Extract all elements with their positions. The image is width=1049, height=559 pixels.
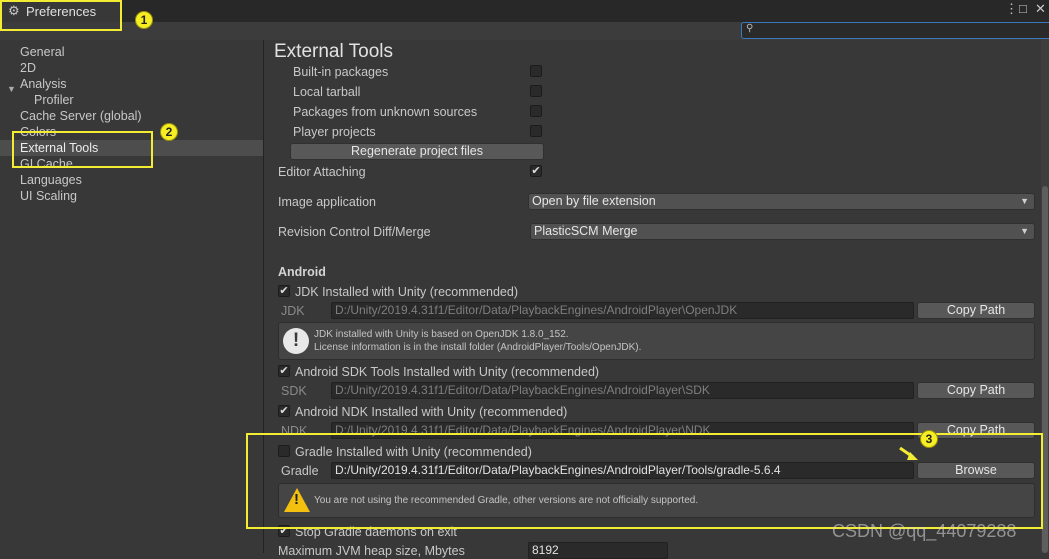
highlight-box-2 bbox=[12, 131, 153, 168]
sdk-field-label: SDK bbox=[281, 384, 307, 398]
revision-control-value: PlasticSCM Merge bbox=[534, 224, 638, 238]
sdk-checkbox-label: Android SDK Tools Installed with Unity (… bbox=[295, 365, 600, 379]
sdk-checkbox[interactable]: ✔ bbox=[278, 365, 290, 377]
jdk-info-box bbox=[278, 322, 1035, 360]
annotation-badge-1: 1 bbox=[135, 11, 153, 29]
highlight-box-1 bbox=[0, 0, 122, 31]
sidebar-item-cache-server[interactable]: Cache Server (global) bbox=[20, 108, 142, 124]
info-icon: ! bbox=[283, 328, 309, 354]
jdk-path-field: D:/Unity/2019.4.31f1/Editor/Data/Playbac… bbox=[331, 302, 914, 319]
chevron-down-icon: ▼ bbox=[1020, 226, 1029, 236]
maximize-icon[interactable]: □ bbox=[1019, 2, 1027, 16]
sidebar-item-profiler[interactable]: Profiler bbox=[34, 92, 74, 108]
sidebar-item-2d[interactable]: 2D bbox=[20, 60, 36, 76]
image-application-value: Open by file extension bbox=[532, 194, 656, 208]
jdk-field-label: JDK bbox=[281, 304, 305, 318]
jdk-info-line-1: JDK installed with Unity is based on Ope… bbox=[314, 329, 569, 340]
regenerate-project-files-button[interactable]: Regenerate project files bbox=[290, 143, 544, 160]
sidebar-item-languages[interactable]: Languages bbox=[20, 172, 82, 188]
ndk-checkbox[interactable]: ✔ bbox=[278, 405, 290, 417]
android-section-header: Android bbox=[278, 265, 326, 279]
option-player-projects-checkbox[interactable] bbox=[530, 125, 542, 137]
page-title: External Tools bbox=[274, 41, 393, 62]
option-builtin-packages-label: Built-in packages bbox=[293, 65, 389, 79]
editor-attaching-checkbox[interactable]: ✔ bbox=[530, 165, 542, 177]
jvm-heap-field[interactable]: 8192 bbox=[528, 542, 668, 559]
jdk-info-line-2: License information is in the install fo… bbox=[314, 342, 642, 353]
option-builtin-packages-checkbox[interactable] bbox=[530, 65, 542, 77]
option-unknown-sources-label: Packages from unknown sources bbox=[293, 105, 478, 119]
option-local-tarball-label: Local tarball bbox=[293, 85, 361, 99]
more-menu-icon[interactable]: ⋮ bbox=[1005, 2, 1018, 16]
option-unknown-sources-checkbox[interactable] bbox=[530, 105, 542, 117]
sdk-copy-path-button[interactable]: Copy Path bbox=[917, 382, 1035, 399]
option-local-tarball-checkbox[interactable] bbox=[530, 85, 542, 97]
sidebar-item-ui-scaling[interactable]: UI Scaling bbox=[20, 188, 77, 204]
annotation-badge-2: 2 bbox=[160, 123, 178, 141]
jdk-copy-path-button[interactable]: Copy Path bbox=[917, 302, 1035, 319]
jdk-checkbox-label: JDK Installed with Unity (recommended) bbox=[295, 285, 518, 299]
sidebar-item-analysis[interactable]: Analysis bbox=[20, 76, 67, 92]
sidebar-item-general[interactable]: General bbox=[20, 44, 64, 60]
chevron-down-icon: ▼ bbox=[1020, 196, 1029, 206]
jvm-heap-label: Maximum JVM heap size, Mbytes bbox=[278, 544, 465, 558]
arrow-icon bbox=[899, 446, 918, 460]
highlight-box-3 bbox=[246, 433, 1043, 529]
search-icon: ⚲ bbox=[746, 23, 754, 34]
title-bar bbox=[0, 0, 1049, 22]
image-application-dropdown[interactable]: Open by file extension ▼ bbox=[528, 193, 1035, 210]
watermark: CSDN @qq_44079288 bbox=[832, 521, 1017, 541]
image-application-label: Image application bbox=[278, 195, 376, 209]
close-icon[interactable]: ✕ bbox=[1035, 2, 1046, 16]
sdk-path-field: D:/Unity/2019.4.31f1/Editor/Data/Playbac… bbox=[331, 382, 914, 399]
editor-attaching-label: Editor Attaching bbox=[278, 165, 366, 179]
ndk-checkbox-label: Android NDK Installed with Unity (recomm… bbox=[295, 405, 568, 419]
option-player-projects-label: Player projects bbox=[293, 125, 376, 139]
revision-control-dropdown[interactable]: PlasticSCM Merge ▼ bbox=[530, 223, 1035, 240]
annotation-badge-3: 3 bbox=[920, 430, 938, 448]
foldout-arrow-icon[interactable]: ▼ bbox=[7, 84, 16, 94]
search-input[interactable] bbox=[741, 22, 1049, 39]
jdk-checkbox[interactable]: ✔ bbox=[278, 285, 290, 297]
revision-control-label: Revision Control Diff/Merge bbox=[278, 225, 431, 239]
